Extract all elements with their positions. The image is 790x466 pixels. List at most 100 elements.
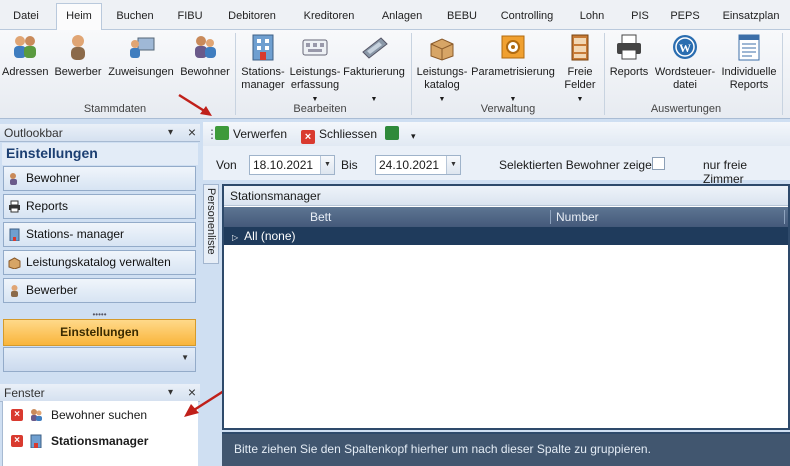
individuelle-reports-button[interactable]: Individuelle Reports [718,32,780,92]
group-label-bearbeiten: Bearbeiten [293,103,347,115]
column-divider[interactable] [550,210,551,224]
zuweisungen-button[interactable]: Zuweisungen [106,32,176,79]
stationsmanager-label-1: Stations- [241,66,285,78]
hospital-building-icon [9,228,20,241]
leistungserfassung-label-1: Leistungs- [289,66,341,78]
expand-triangle-icon[interactable]: ▷ [232,233,238,242]
leistungserfassung-button[interactable]: Leistungs- erfassung ▼ [288,32,342,106]
outlookbar-header: Outlookbar ▾ × [0,124,200,142]
column-header-number[interactable]: Number [556,207,599,227]
fenster-item-label: Stationsmanager [51,434,149,448]
bewerber-label: Bewerber [54,66,102,78]
freie-felder-label-2: Felder [564,79,596,91]
fenster-item-stationsmanager[interactable]: × Stationsmanager [9,430,197,452]
group-separator [411,33,412,115]
tab-kreditoren[interactable]: Kreditoren [298,4,360,30]
leistungskatalog-label-1: Leistungs- [416,66,468,78]
toolbar-overflow-icon[interactable]: ▾ [411,128,416,144]
outlookbar-overflow-bar[interactable]: ▼ [3,347,196,372]
people-group-icon [14,36,36,58]
pane-dropdown-icon[interactable]: ▾ [168,124,173,142]
group-by-panel[interactable]: Bitte ziehen Sie den Spaltenkopf hierher… [222,432,790,466]
printer-icon [617,34,641,60]
tab-lohn[interactable]: Lohn [574,4,610,30]
verwerfen-button[interactable]: Verwerfen [215,126,287,142]
person-icon [11,285,18,297]
bewohner-button[interactable]: Bewohner [178,32,232,79]
fenster-item-bewohner-suchen[interactable]: × Bewohner suchen [9,404,197,426]
wordsteuerdatei-label-1: Wordsteuer- [654,66,716,78]
pane-dropdown-icon[interactable]: ▾ [168,384,173,402]
outlookbar-active-section[interactable]: Einstellungen [3,319,196,346]
leistungskatalog-button[interactable]: Leistungs- katalog ▼ [414,32,470,106]
excel-export-button[interactable] [385,126,403,142]
tab-peps[interactable]: PEPS [666,4,704,30]
bewerber-button[interactable]: Bewerber [54,32,102,79]
person-icon [10,173,17,185]
tab-datei[interactable]: Datei [6,4,46,30]
reports-label: Reports [609,66,649,78]
schliessen-button[interactable]: × Schliessen [301,126,377,144]
reports-button[interactable]: Reports [607,32,651,79]
tab-buchen[interactable]: Buchen [112,4,158,30]
box-icon [8,257,21,269]
group-separator [604,33,605,115]
tab-anlagen[interactable]: Anlagen [376,4,428,30]
tab-heim[interactable]: Heim [56,3,102,31]
fenster-title: Fenster [4,386,45,400]
parametrisierung-label: Parametrisierung [471,66,555,78]
tab-einsatzplan[interactable]: Einsatzplan [716,4,786,30]
filter-bar: Von 18.10.2021 ▼ Bis 24.10.2021 ▼ Selekt… [203,146,790,186]
ribbon: Adressen Bewerber Zuweisungen Bewohner S… [0,30,790,119]
close-icon[interactable]: × [188,123,196,141]
chevron-down-icon[interactable]: ▼ [446,156,460,174]
adressen-button[interactable]: Adressen [2,32,48,79]
person-computer-icon [130,37,155,58]
tab-debitoren[interactable]: Debitoren [222,4,282,30]
freie-felder-button[interactable]: Freie Felder ▼ [560,32,600,106]
fakturierung-button[interactable]: Fakturierung ▼ [342,32,406,106]
parametrisierung-button[interactable]: Parametrisierung ▼ [468,32,558,106]
freie-zimmer-label: nur freie Zimmer [703,158,748,186]
outlookbar-item-bewerber[interactable]: Bewerber [3,278,196,303]
outlookbar-item-label: Reports [26,199,69,213]
close-window-icon[interactable]: × [11,435,23,447]
wordsteuerdatei-button[interactable]: W Wordsteuer- datei [652,32,718,92]
stationsmanager-grid: Stationsmanager Bett Number ▷ All (none) [222,184,790,430]
wordsteuerdatei-label-2: datei [673,79,697,91]
personenliste-tab[interactable]: Personenliste [203,184,219,264]
group-label-auswertungen: Auswertungen [650,103,722,115]
tab-controlling[interactable]: Controlling [494,4,560,30]
fenster-list: × Bewohner suchen × Stationsmanager [2,401,198,466]
outlookbar-item-leistungskatalog[interactable]: Leistungskatalog verwalten [3,250,196,275]
column-header-bett[interactable]: Bett [310,207,331,227]
grid-title: Stationsmanager [224,186,788,206]
menu-bar: Datei Heim Buchen FIBU Debitoren Kredito… [0,0,790,31]
verwerfen-label: Verwerfen [233,127,288,141]
outlookbar-item-reports[interactable]: Reports [3,194,196,219]
tab-pis[interactable]: PIS [626,4,654,30]
von-date-input[interactable]: 18.10.2021 ▼ [249,155,335,175]
column-divider[interactable] [784,210,785,224]
outlookbar-item-label: Stations- manager [26,227,125,241]
tab-fibu[interactable]: FIBU [172,4,208,30]
outlookbar-item-stationsmanager[interactable]: Stations- manager [3,222,196,247]
bis-label: Bis [341,158,358,172]
leistungserfassung-label-2: erfassung [290,79,340,91]
stationsmanager-button[interactable]: Stations- manager [238,32,288,92]
outlookbar-item-bewohner[interactable]: Bewohner [3,166,196,191]
red-annotation-arrow [178,93,212,116]
outlookbar-item-label: Bewohner [26,171,81,185]
chevron-down-icon[interactable]: ▼ [320,156,334,174]
bis-date-input[interactable]: 24.10.2021 ▼ [375,155,461,175]
group-separator [782,33,783,115]
selektierten-bewohner-checkbox[interactable] [652,157,665,170]
settings-gear-icon [501,35,525,59]
fenster-header: Fenster ▾ × [0,384,200,402]
discard-icon [215,126,229,140]
tab-bebu[interactable]: BEBU [442,4,482,30]
close-window-icon[interactable]: × [11,409,23,421]
chevron-down-icon[interactable]: ▼ [181,353,189,362]
svg-text:W: W [679,41,691,55]
group-row[interactable]: ▷ All (none) [224,227,788,245]
